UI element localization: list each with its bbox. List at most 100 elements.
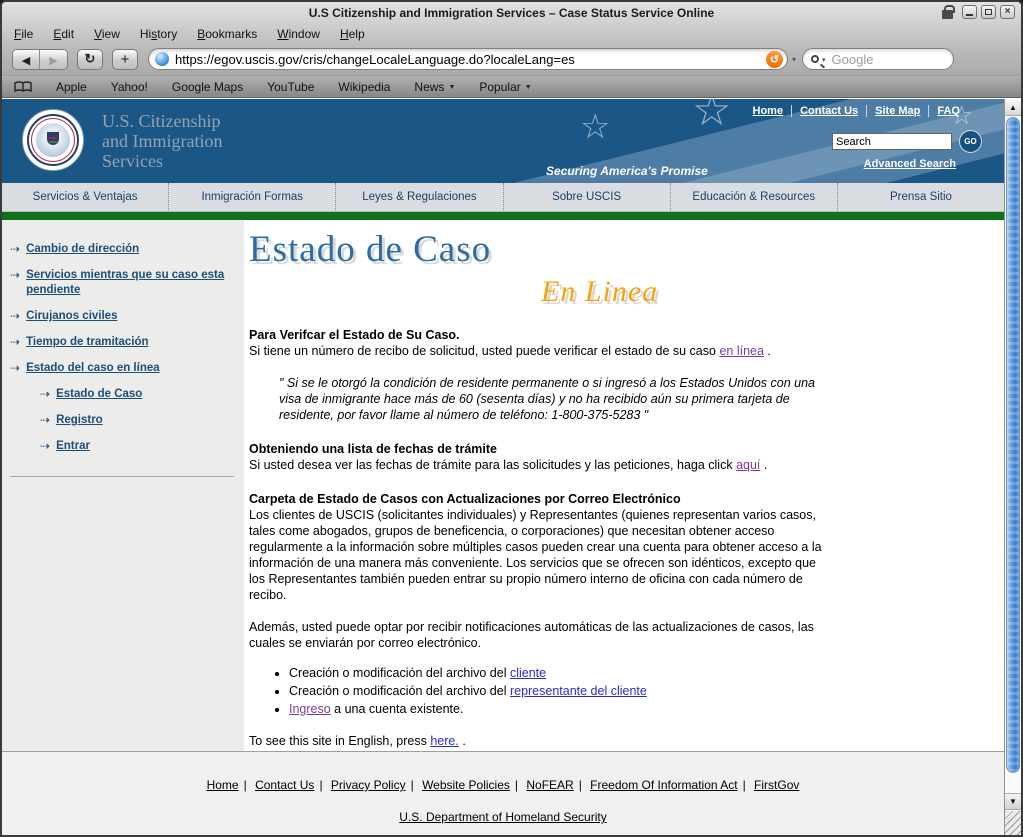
sidebar-item-servicios-pendiente[interactable]: ⇢Servicios mientras que su caso esta pen… xyxy=(10,268,234,298)
forward-button[interactable]: ▶ xyxy=(40,50,67,70)
header-link-faq[interactable]: FAQ xyxy=(937,105,960,117)
chevron-down-icon: ▼ xyxy=(525,84,532,91)
scroll-down-arrow-icon[interactable]: ▼ xyxy=(1005,793,1021,810)
menu-bookmarks[interactable]: Bookmarks xyxy=(197,27,257,41)
english-version-line: To see this site in English, press here.… xyxy=(249,733,829,749)
web-search-bar[interactable]: ▾ xyxy=(802,48,954,70)
main-content: Estado de Caso En Linea Para Verifcar el… xyxy=(244,220,1004,751)
bookmark-apple[interactable]: Apple xyxy=(56,80,87,94)
sidebar-item-registro[interactable]: ⇢Registro xyxy=(40,413,234,428)
back-button[interactable]: ◀ xyxy=(13,50,40,70)
address-bar[interactable]: ↺ xyxy=(148,48,788,70)
sidebar-item-cirujanos-civiles[interactable]: ⇢Cirujanos civiles xyxy=(10,309,234,324)
list-item: Ingreso a una cuenta existente. xyxy=(289,701,1004,717)
sidebar-item-entrar[interactable]: ⇢Entrar xyxy=(40,439,234,454)
menu-edit[interactable]: Edit xyxy=(53,27,74,41)
menu-help[interactable]: Help xyxy=(340,27,365,41)
sidebar-item-estado-del-caso-en-linea[interactable]: ⇢Estado del caso en línea xyxy=(10,361,234,376)
header-link-site-map[interactable]: Site Map xyxy=(875,105,920,117)
vertical-scrollbar[interactable]: ▲ ▼ xyxy=(1004,99,1021,835)
chevron-down-icon: ▼ xyxy=(448,84,455,91)
footer-link-firstgov[interactable]: FirstGov xyxy=(754,778,799,792)
menu-view[interactable]: View xyxy=(94,27,120,41)
go-reload-icon[interactable]: ↺ xyxy=(766,51,783,68)
site-search-input[interactable] xyxy=(832,133,952,150)
reload-button[interactable]: ↻ xyxy=(77,49,103,70)
url-dropdown-icon[interactable]: ▾ xyxy=(792,55,796,64)
footer-link-nofear[interactable]: NoFEAR xyxy=(526,778,573,792)
window-resize-grip[interactable] xyxy=(1005,811,1021,835)
new-tab-button[interactable]: + xyxy=(112,49,138,70)
nav-tab-servicios-ventajas[interactable]: Servicios & Ventajas xyxy=(2,183,168,211)
nav-tab-educacion-resources[interactable]: Educación & Resources xyxy=(670,183,837,211)
footer-links-row: Home| Contact Us| Privacy Policy| Websit… xyxy=(2,778,1004,792)
search-go-button[interactable]: GO xyxy=(959,130,982,153)
nav-tab-prensa-sitio[interactable]: Prensa Sitio xyxy=(837,183,1004,211)
bookmark-folder-popular[interactable]: Popular▼ xyxy=(479,80,531,94)
footer-link-website-policies[interactable]: Website Policies xyxy=(422,778,510,792)
lock-icon xyxy=(942,10,953,19)
section-heading-fechas: Obteniendo una lista de fechas de trámit… xyxy=(249,441,829,457)
flag-star-icon: ☆ xyxy=(692,99,731,136)
footer-dhs-row: U.S. Department of Homeland Security xyxy=(2,810,1004,824)
residency-quote: " Si se le otorgó la condición de reside… xyxy=(279,375,819,423)
sidebar-item-tiempo-de-tramitacion[interactable]: ⇢Tiempo de tramitación xyxy=(10,335,234,350)
url-input[interactable] xyxy=(175,52,766,67)
link-cliente[interactable]: cliente xyxy=(510,666,546,680)
menu-window[interactable]: Window xyxy=(277,27,320,41)
list-item: Creación o modificación del archivo del … xyxy=(289,665,1004,681)
site-brand-wordmark: U.S. Citizenship and Immigration Service… xyxy=(102,111,222,171)
account-options-list: Creación o modificación del archivo del … xyxy=(289,665,1004,717)
menu-file[interactable]: File xyxy=(14,27,33,41)
site-favicon-globe-icon xyxy=(155,52,169,66)
footer-link-dhs[interactable]: U.S. Department of Homeland Security xyxy=(399,810,606,824)
dashed-arrow-icon: ⇢ xyxy=(10,361,20,376)
bookmarks-book-icon[interactable] xyxy=(14,81,32,93)
minimize-button[interactable] xyxy=(962,5,977,19)
link-aqui[interactable]: aquí xyxy=(736,458,760,472)
search-engine-dropdown-icon[interactable]: ▾ xyxy=(822,56,826,64)
nav-tab-leyes-regulaciones[interactable]: Leyes & Regulaciones xyxy=(335,183,502,211)
nav-tab-inmigracion-formas[interactable]: Inmigración Formas xyxy=(168,183,335,211)
link-here-english[interactable]: here. xyxy=(430,734,459,748)
scroll-up-arrow-icon[interactable]: ▲ xyxy=(1005,99,1021,116)
maximize-button[interactable] xyxy=(981,5,996,19)
footer-link-contact-us[interactable]: Contact Us xyxy=(255,778,314,792)
nav-tab-sobre-uscis[interactable]: Sobre USCIS xyxy=(503,183,670,211)
bookmark-folder-news[interactable]: News▼ xyxy=(414,80,455,94)
title-bar[interactable]: U.S Citizenship and Immigration Services… xyxy=(2,2,1021,24)
footer-link-home[interactable]: Home xyxy=(207,778,239,792)
site-header: ☆ ☆ ☆ U.S. Citizenship and Immigration S… xyxy=(2,99,1004,183)
site-search: GO xyxy=(832,130,982,153)
dashed-arrow-icon: ⇢ xyxy=(10,242,20,257)
footer-link-privacy-policy[interactable]: Privacy Policy xyxy=(331,778,406,792)
sidebar-item-cambio-de-direccion[interactable]: ⇢Cambio de dirección xyxy=(10,242,234,257)
paragraph-fechas: Si usted desea ver las fechas de trámite… xyxy=(249,457,829,473)
bookmark-google-maps[interactable]: Google Maps xyxy=(172,80,243,94)
bookmark-youtube[interactable]: YouTube xyxy=(267,80,314,94)
dashed-arrow-icon: ⇢ xyxy=(40,439,50,454)
flag-star-icon: ☆ xyxy=(580,107,610,147)
header-link-contact-us[interactable]: Contact Us xyxy=(800,105,858,117)
link-en-linea[interactable]: en línea xyxy=(719,344,763,358)
bookmark-wikipedia[interactable]: Wikipedia xyxy=(338,80,390,94)
sidebar-item-estado-de-caso[interactable]: ⇢Estado de Caso xyxy=(40,387,234,402)
scrollbar-thumb[interactable] xyxy=(1006,117,1020,773)
web-search-input[interactable] xyxy=(832,52,1008,67)
bookmark-yahoo[interactable]: Yahoo! xyxy=(111,80,148,94)
menu-history[interactable]: History xyxy=(140,27,177,41)
close-button[interactable]: × xyxy=(1000,5,1015,19)
sidebar-divider xyxy=(10,476,234,477)
section-heading-verify: Para Verifcar el Estado de Su Caso. xyxy=(249,327,829,343)
history-nav-group: ◀ ▶ xyxy=(12,49,68,70)
link-representante-del-cliente[interactable]: representante del cliente xyxy=(510,684,647,698)
footer-link-foia[interactable]: Freedom Of Information Act xyxy=(590,778,737,792)
link-ingreso[interactable]: Ingreso xyxy=(289,702,331,716)
menu-bar: File Edit View History Bookmarks Window … xyxy=(2,24,1021,44)
site-footer: Home| Contact Us| Privacy Policy| Websit… xyxy=(2,751,1004,835)
advanced-search-link[interactable]: Advanced Search xyxy=(864,158,956,170)
left-sidebar: ⇢Cambio de dirección ⇢Servicios mientras… xyxy=(2,220,244,751)
dhs-seal-logo xyxy=(22,109,84,171)
dashed-arrow-icon: ⇢ xyxy=(10,309,20,324)
header-link-home[interactable]: Home xyxy=(753,105,784,117)
